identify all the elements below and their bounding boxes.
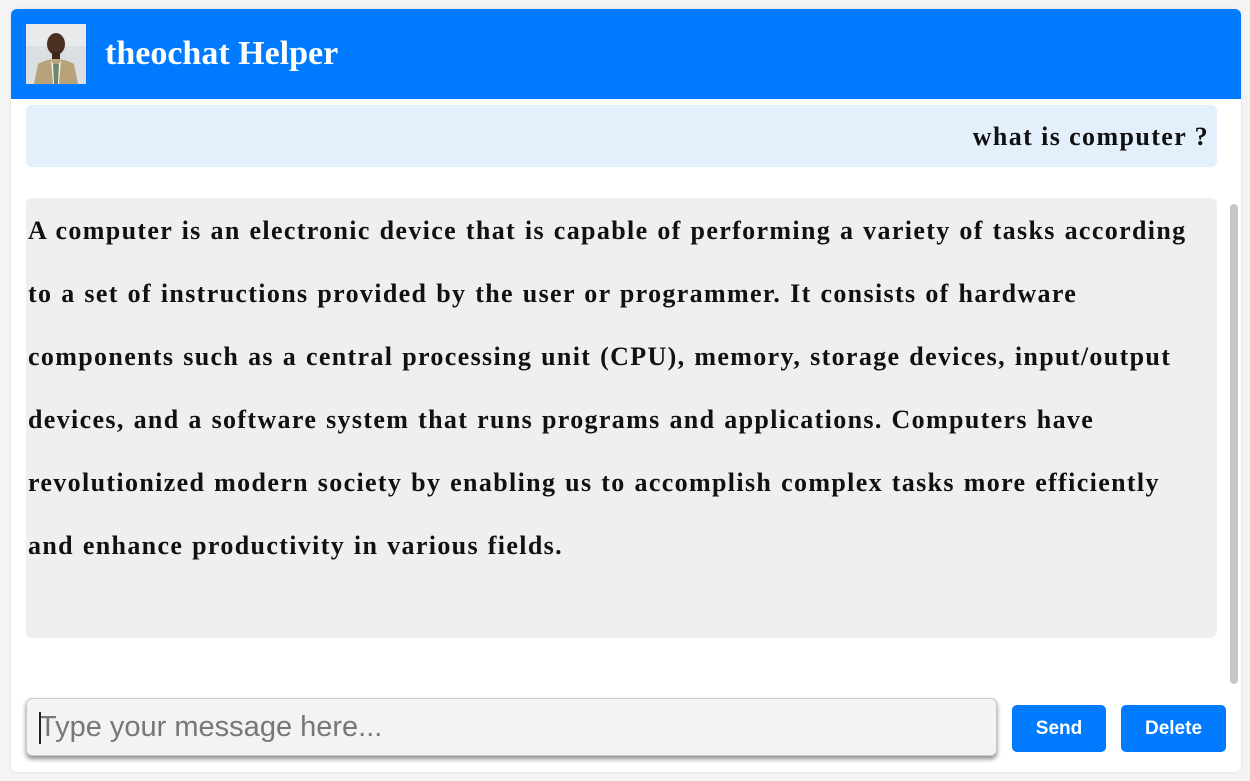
send-button[interactable]: Send — [1012, 705, 1106, 752]
message-scrollbar[interactable] — [1230, 204, 1238, 684]
chat-header: theochat Helper — [11, 9, 1241, 99]
text-caret — [39, 712, 41, 744]
delete-button[interactable]: Delete — [1121, 705, 1226, 752]
app-title: theochat Helper — [105, 35, 339, 72]
composer: Send Delete — [11, 694, 1241, 772]
assistant-message: A computer is an electronic device that … — [26, 198, 1217, 638]
user-message-text: what is computer ? — [972, 122, 1209, 151]
scrollbar-thumb[interactable] — [1230, 204, 1238, 684]
message-list: what is computer ? A computer is an elec… — [11, 99, 1241, 689]
message-input[interactable] — [26, 698, 997, 756]
user-avatar-photo-icon — [26, 24, 86, 84]
chat-window: theochat Helper what is computer ? A com… — [11, 9, 1241, 772]
assistant-message-text: A computer is an electronic device that … — [28, 216, 1187, 560]
avatar — [26, 24, 86, 84]
user-message: what is computer ? — [26, 105, 1217, 167]
